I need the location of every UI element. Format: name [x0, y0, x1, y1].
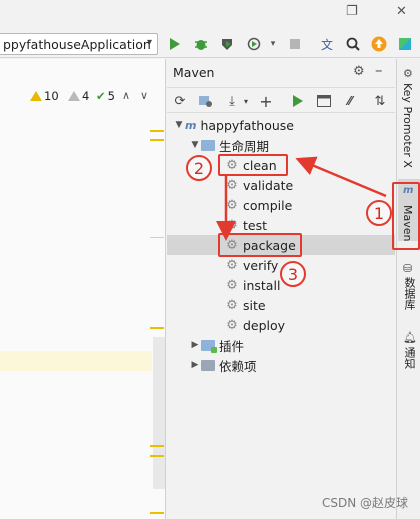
annotation-number-3: 3 [280, 261, 306, 287]
annotation-box-package [218, 233, 302, 257]
annotation-arrow-1 [295, 156, 387, 198]
annotation-box-clean [218, 154, 288, 176]
watermark: CSDN @赵皮球 [321, 496, 408, 510]
annotation-number-1: 1 [366, 200, 392, 226]
annotation-number-2: 2 [186, 155, 212, 181]
annotation-box-maven-tab [392, 182, 420, 250]
annotation-arrows [216, 156, 387, 241]
